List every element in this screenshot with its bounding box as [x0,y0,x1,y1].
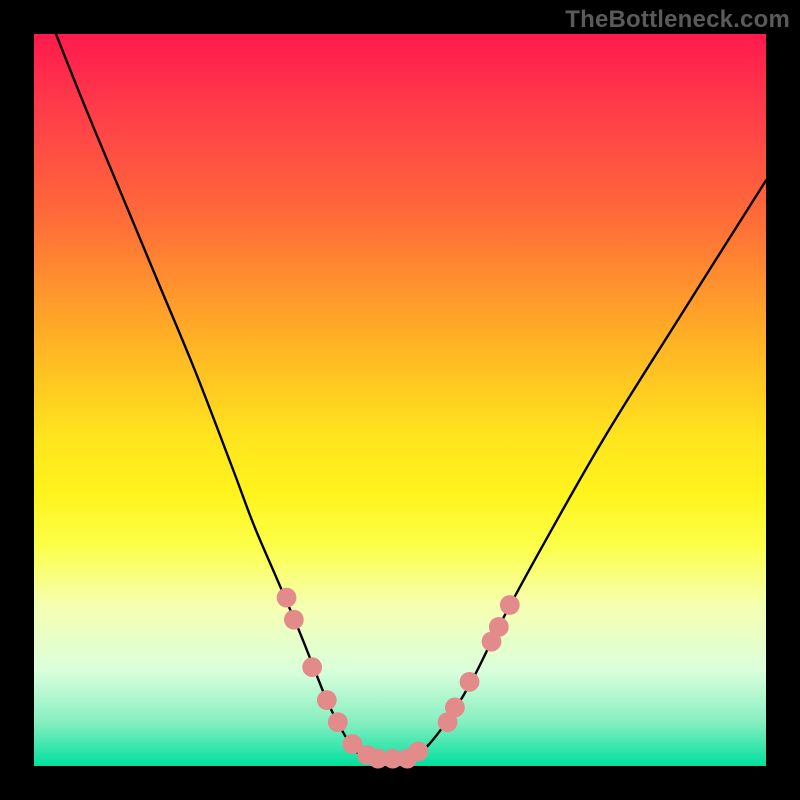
data-marker [500,595,520,615]
chart-frame: TheBottleneck.com [0,0,800,800]
data-marker [408,741,428,761]
data-marker [460,672,480,692]
plot-area [34,34,766,766]
chart-svg [34,34,766,766]
data-markers [277,588,520,769]
data-marker [445,698,465,718]
data-marker [328,712,348,732]
data-marker [284,610,304,630]
bottleneck-curve [56,34,766,759]
watermark-text: TheBottleneck.com [565,6,790,34]
data-marker [302,657,322,677]
data-marker [489,617,509,637]
data-marker [277,588,297,608]
data-marker [317,690,337,710]
